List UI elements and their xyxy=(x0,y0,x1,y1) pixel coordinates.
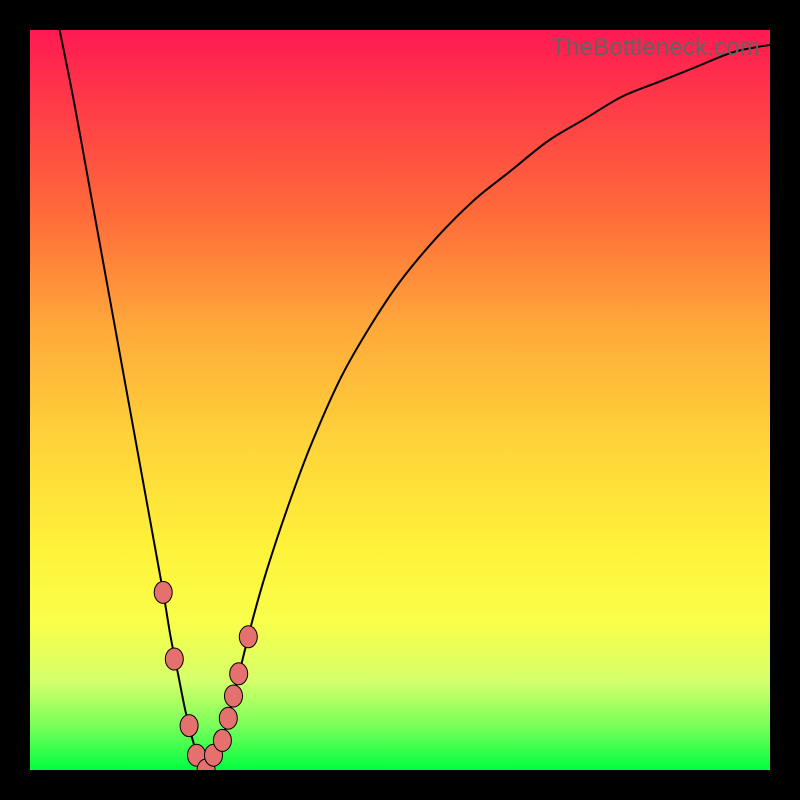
chart-svg xyxy=(30,30,770,770)
marker-point xyxy=(154,581,172,603)
marker-point xyxy=(225,685,243,707)
marker-point xyxy=(213,729,231,751)
marker-point xyxy=(239,626,257,648)
plot-area: TheBottleneck.com xyxy=(30,30,770,770)
marker-point xyxy=(230,663,248,685)
highlighted-points xyxy=(154,581,257,770)
watermark-text: TheBottleneck.com xyxy=(551,34,760,62)
chart-frame: TheBottleneck.com xyxy=(0,0,800,800)
marker-point xyxy=(219,707,237,729)
marker-point xyxy=(180,715,198,737)
marker-point xyxy=(165,648,183,670)
